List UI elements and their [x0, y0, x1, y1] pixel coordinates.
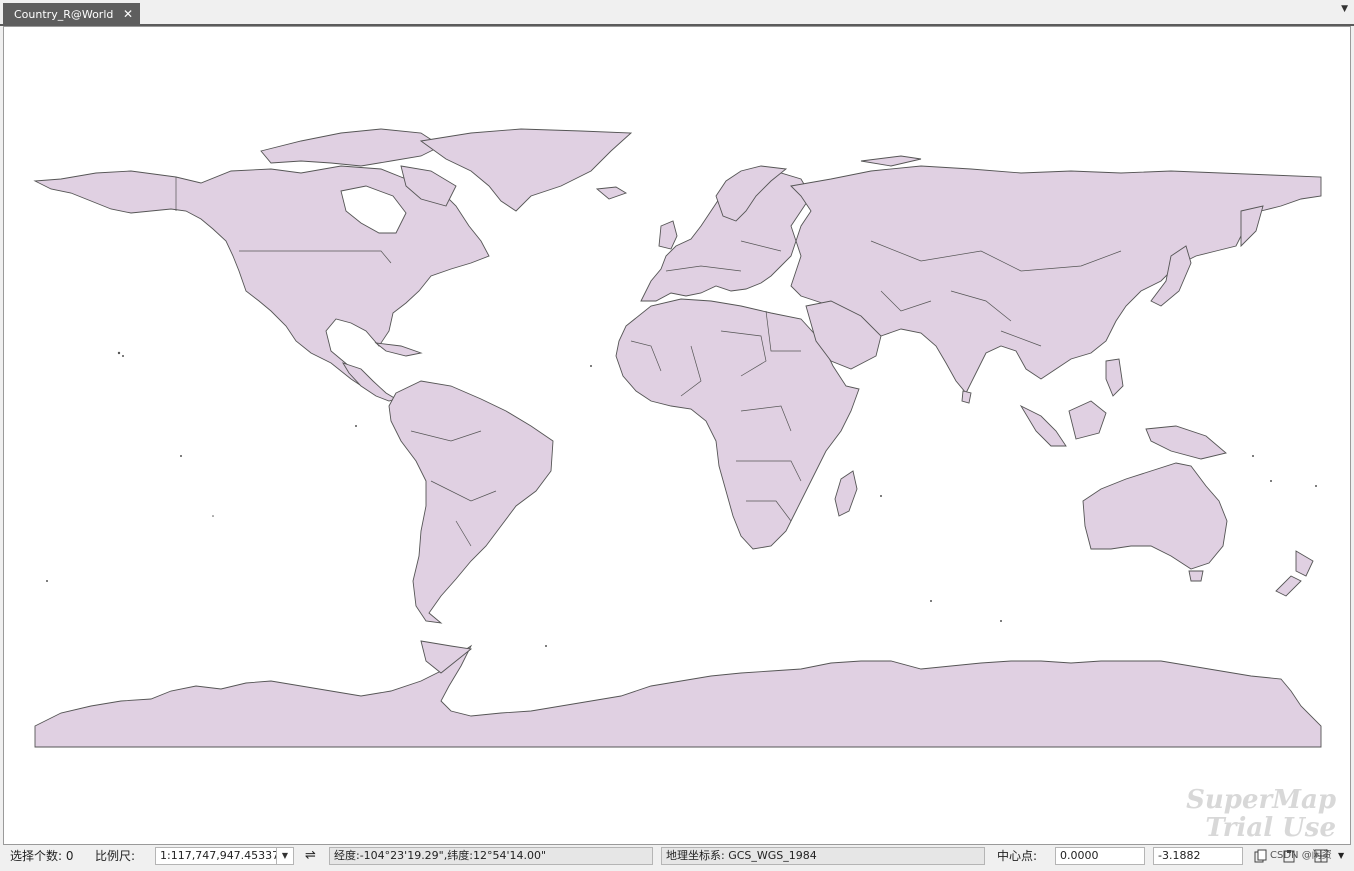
world-map[interactable] — [4, 27, 1351, 845]
grid-icon[interactable] — [1314, 849, 1328, 863]
iceland[interactable] — [595, 186, 628, 200]
new-zealand[interactable] — [1275, 550, 1314, 597]
antarctica[interactable] — [34, 644, 1322, 748]
philippines[interactable] — [1105, 358, 1124, 397]
australia[interactable] — [1082, 462, 1228, 570]
greenland[interactable] — [419, 128, 633, 212]
center-y-input[interactable]: -3.1882 — [1153, 847, 1243, 865]
scale-label: 比例尺: — [95, 849, 136, 863]
crs-display: 地理坐标系: GCS_WGS_1984 — [661, 847, 985, 865]
copy-icon[interactable] — [1254, 849, 1268, 863]
north-america-landmass[interactable] — [33, 165, 490, 394]
dropdown-arrow-icon[interactable]: ▼ — [1338, 845, 1344, 871]
madagascar[interactable] — [834, 470, 858, 517]
coordinates-display: 经度:-104°23'19.29",纬度:12°54'14.00" — [329, 847, 653, 865]
tab-country-r-world[interactable]: Country_R@World ✕ — [3, 3, 140, 26]
close-icon[interactable]: ✕ — [123, 3, 133, 26]
scale-dropdown-icon[interactable]: ▼ — [276, 847, 294, 865]
kamchatka[interactable] — [1240, 205, 1264, 248]
tasmania[interactable] — [1188, 570, 1204, 582]
map-window[interactable]: SuperMap Trial Use — [3, 26, 1351, 845]
arctic-archipelago[interactable] — [260, 128, 442, 167]
document-tab-bar: Country_R@World ✕ ▼ — [0, 0, 1354, 26]
center-x-input[interactable]: 0.0000 — [1055, 847, 1145, 865]
tab-title: Country_R@World — [14, 8, 114, 21]
cuba[interactable] — [374, 342, 423, 357]
new-guinea[interactable] — [1145, 425, 1227, 460]
status-bar: 选择个数: 0 比例尺: 1:117,747,947.453375 ▼ ⇌ 经度… — [0, 845, 1354, 871]
central-america[interactable] — [341, 362, 398, 402]
borneo[interactable] — [1068, 400, 1107, 440]
swap-icon[interactable]: ⇌ — [305, 845, 316, 871]
indonesia-west[interactable] — [1019, 404, 1067, 447]
center-label: 中心点: — [997, 849, 1038, 863]
south-america[interactable] — [388, 380, 554, 624]
paste-icon[interactable] — [1282, 849, 1296, 863]
siberian-islands[interactable] — [860, 155, 922, 167]
selection-count: 选择个数: 0 — [10, 849, 74, 863]
tab-list-dropdown-icon[interactable]: ▼ — [1341, 4, 1348, 14]
sri-lanka[interactable] — [961, 390, 972, 404]
british-isles[interactable] — [658, 220, 678, 250]
scale-input[interactable]: 1:117,747,947.453375 — [155, 847, 277, 865]
